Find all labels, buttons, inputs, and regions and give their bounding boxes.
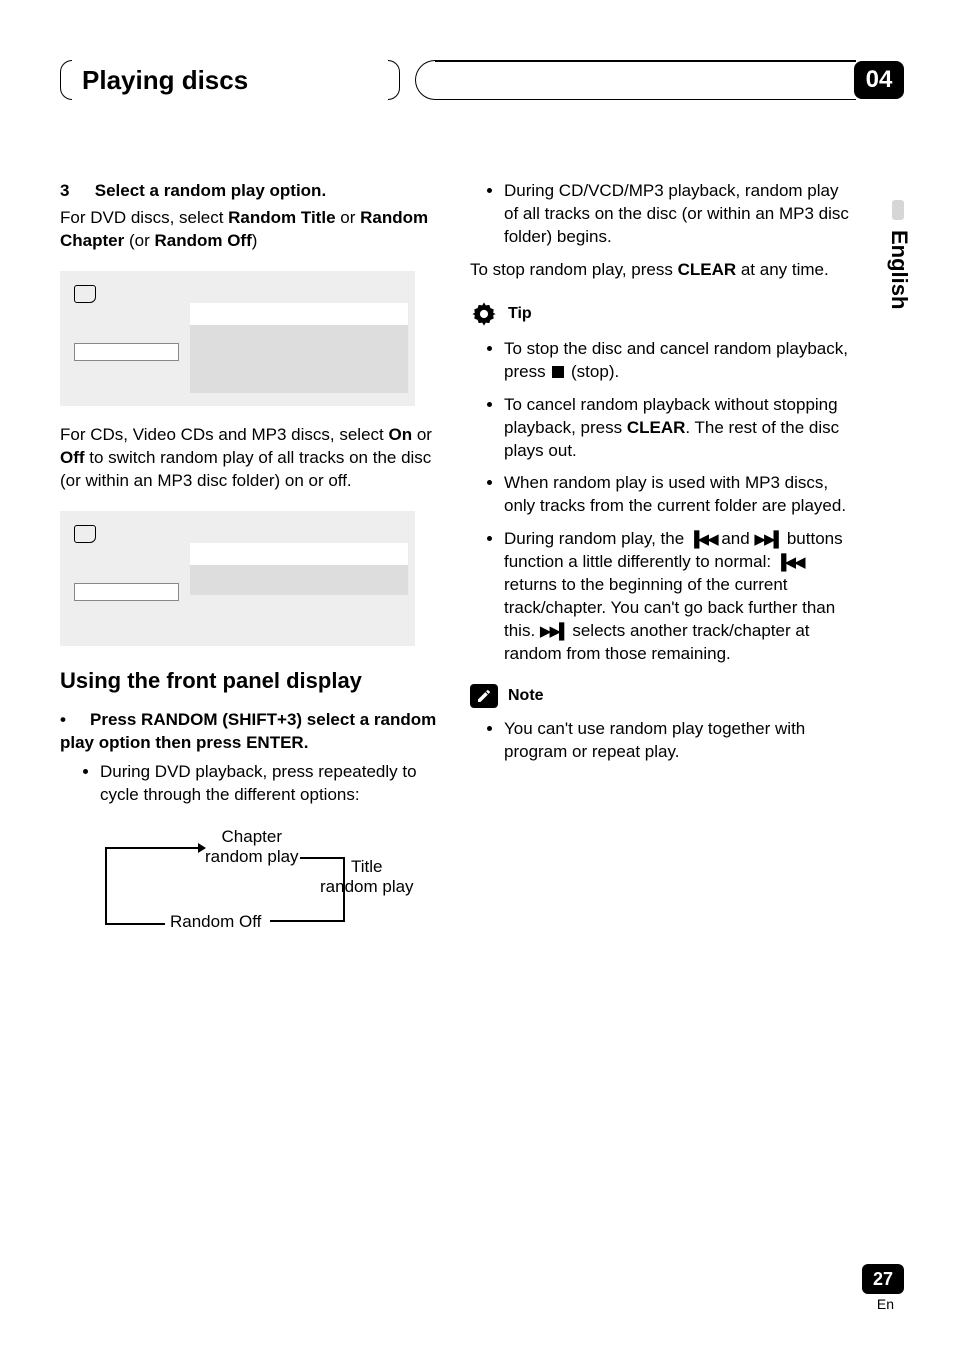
list-item: To cancel random playback without stoppi…	[504, 394, 850, 463]
page-footer: 27 En	[862, 1264, 904, 1312]
header-rule	[415, 60, 856, 100]
pencil-icon	[470, 684, 498, 708]
cycle-title-label: Title random play	[320, 857, 414, 896]
skip-back-icon: ▐◀◀	[689, 531, 717, 548]
skip-back-icon: ▐◀◀	[776, 554, 804, 571]
osd-pointer-icon	[74, 285, 96, 303]
step-number: 3	[60, 180, 90, 203]
tip-heading: Tip	[470, 300, 850, 328]
osd-tab	[74, 343, 179, 361]
paragraph-cd-mp3: For CDs, Video CDs and MP3 discs, select…	[60, 424, 440, 493]
list-item: During DVD playback, press repeatedly to…	[100, 761, 440, 807]
step-3-heading: 3 Select a random play option.	[60, 180, 440, 203]
page-header: Playing discs 04	[60, 60, 904, 100]
left-column: 3 Select a random play option. For DVD d…	[60, 180, 440, 947]
bracket-right-icon	[388, 60, 400, 100]
content-area: 3 Select a random play option. For DVD d…	[60, 180, 850, 947]
osd-menu	[190, 325, 408, 393]
substep-list: During DVD playback, press repeatedly to…	[60, 761, 440, 807]
osd-field	[190, 303, 408, 325]
osd-pointer-icon	[74, 525, 96, 543]
cycle-off-label: Random Off	[170, 912, 261, 932]
tip-list: To stop the disc and cancel random playb…	[470, 338, 850, 666]
right-column: During CD/VCD/MP3 playback, random play …	[470, 180, 850, 947]
top-bullet-list: During CD/VCD/MP3 playback, random play …	[470, 180, 850, 249]
page-number-badge: 27	[862, 1264, 904, 1294]
note-label: Note	[508, 685, 544, 707]
chapter-number-badge: 04	[854, 61, 904, 99]
step-3-body: For DVD discs, select Random Title or Ra…	[60, 207, 440, 253]
substep-random: •Press RANDOM (SHIFT+3) select a random …	[60, 709, 440, 755]
list-item: You can't use random play together with …	[504, 718, 850, 764]
osd-screenshot-2	[60, 511, 415, 646]
bracket-left-icon	[60, 60, 72, 100]
list-item: During random play, the ▐◀◀ and ▶▶▌ butt…	[504, 528, 850, 666]
cycle-diagram: Chapter random play Title random play Ra…	[60, 827, 420, 947]
osd-screenshot-1	[60, 271, 415, 406]
osd-field	[190, 543, 408, 565]
chapter-title: Playing discs	[72, 65, 388, 96]
stop-icon	[552, 366, 564, 378]
tip-label: Tip	[508, 303, 532, 325]
chapter-title-container: Playing discs	[60, 60, 400, 100]
list-item: When random play is used with MP3 discs,…	[504, 472, 850, 518]
step-title: Select a random play option.	[95, 181, 326, 200]
skip-forward-icon: ▶▶▌	[754, 531, 782, 548]
note-list: You can't use random play together with …	[470, 718, 850, 764]
osd-menu	[190, 565, 408, 595]
list-item: To stop the disc and cancel random playb…	[504, 338, 850, 384]
osd-tab	[74, 583, 179, 601]
side-tab-icon	[892, 200, 904, 220]
list-item: During CD/VCD/MP3 playback, random play …	[504, 180, 850, 249]
skip-forward-icon: ▶▶▌	[540, 623, 568, 640]
language-code: En	[862, 1296, 904, 1312]
language-tab: English	[886, 230, 912, 309]
stop-random-line: To stop random play, press CLEAR at any …	[470, 259, 850, 282]
cycle-chapter-label: Chapter random play	[205, 827, 299, 866]
subheading-front-panel: Using the front panel display	[60, 666, 440, 696]
note-heading: Note	[470, 684, 850, 708]
gear-icon	[470, 300, 498, 328]
